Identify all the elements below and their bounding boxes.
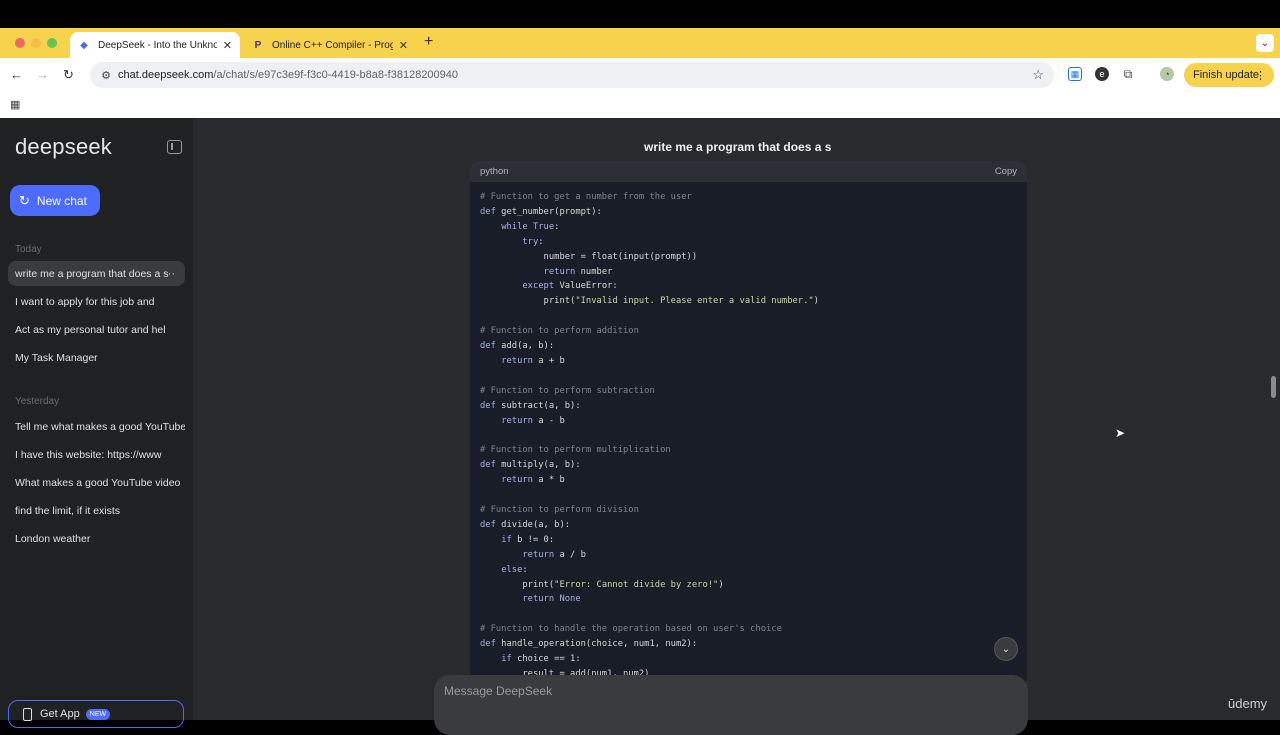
- code-line: return a * b: [501, 475, 565, 486]
- code-line: def divide(a, b):: [480, 519, 571, 530]
- get-app-button[interactable]: Get App NEW: [8, 700, 184, 728]
- browser-menu-icon[interactable]: ⋮: [1255, 69, 1266, 82]
- new-tab-icon[interactable]: +: [424, 33, 433, 51]
- code-language-label: python: [480, 166, 509, 177]
- group-label-yesterday: Yesterday: [15, 396, 60, 407]
- code-line: try:: [522, 236, 544, 247]
- site-settings-icon[interactable]: ⚙: [94, 69, 118, 82]
- page-scrollbar[interactable]: [1271, 376, 1276, 398]
- scroll-down-icon[interactable]: ⌄: [994, 637, 1018, 661]
- extension-e-icon[interactable]: e: [1095, 67, 1109, 81]
- whale-icon: ◆: [80, 39, 88, 51]
- code-line: return number: [543, 266, 613, 277]
- collapse-sidebar-icon[interactable]: [167, 140, 182, 154]
- code-line: print("Error: Cannot divide by zero!"): [480, 579, 724, 590]
- chat-item[interactable]: Act as my personal tutor and hel: [8, 317, 185, 342]
- code-line: # Function to perform addition: [480, 326, 639, 337]
- code-line: number = float(input(prompt)): [480, 251, 698, 262]
- new-chat-button[interactable]: ↻ New chat: [10, 185, 100, 216]
- message-input[interactable]: [444, 684, 1004, 698]
- maximize-window-icon[interactable]: [47, 38, 57, 48]
- code-line: def add(a, b):: [480, 341, 555, 352]
- deepseek-logo: deepseek: [15, 134, 113, 159]
- code-line: def get_number(prompt):: [480, 206, 602, 217]
- more-options-icon[interactable]: ···: [164, 268, 175, 280]
- screen-top-bar: [0, 0, 1280, 28]
- code-block: python Copy # Function to get a number f…: [470, 161, 1027, 681]
- chat-item[interactable]: What makes a good YouTube video: [8, 470, 185, 495]
- close-tab-icon[interactable]: ✕: [399, 39, 408, 52]
- new-chat-icon: ↻: [19, 192, 30, 208]
- code-line: # Function to perform subtraction: [480, 385, 655, 396]
- code-line: # Function to perform division: [480, 505, 639, 516]
- chat-item[interactable]: My Task Manager: [8, 345, 185, 370]
- code-line: # Function to perform multiplication: [480, 445, 671, 456]
- bookmarks-bar: ▦: [0, 92, 1280, 118]
- reload-icon[interactable]: ↻: [63, 67, 74, 83]
- code-line: if b != 0:: [501, 534, 555, 545]
- copy-code-button[interactable]: Copy: [995, 166, 1017, 177]
- back-icon[interactable]: ←: [10, 67, 23, 82]
- code-line: print("Invalid input. Please enter a val…: [480, 296, 819, 307]
- browser-tab-programiz[interactable]: P Online C++ Compiler - Programiz ✕: [244, 32, 416, 58]
- bookmark-star-icon[interactable]: ☆: [1032, 67, 1044, 83]
- forward-icon[interactable]: →: [36, 67, 49, 82]
- chat-item[interactable]: I want to apply for this job and: [8, 289, 185, 314]
- code-content: # Function to get a number from the user…: [470, 182, 1027, 681]
- chat-item[interactable]: London weather: [8, 526, 185, 551]
- browser-tab-deepseek[interactable]: ◆ DeepSeek - Into the Unknown ✕: [70, 32, 240, 58]
- message-input-box[interactable]: [434, 675, 1028, 735]
- chat-item[interactable]: I have this website: https://www: [8, 442, 185, 467]
- chat-item[interactable]: find the limit, if it exists: [8, 498, 185, 523]
- code-line: def subtract(a, b):: [480, 400, 581, 411]
- mouse-cursor-icon: ➤: [1115, 426, 1126, 440]
- code-line: return a / b: [522, 549, 586, 560]
- browser-tabstrip: ◆ DeepSeek - Into the Unknown ✕ P Online…: [0, 28, 1280, 58]
- tab-search-icon[interactable]: ⌄: [1256, 34, 1274, 52]
- code-line: return a - b: [501, 415, 565, 426]
- code-line: except ValueError:: [522, 281, 618, 292]
- close-tab-icon[interactable]: ✕: [223, 39, 232, 52]
- minimize-window-icon[interactable]: [31, 38, 41, 48]
- code-block-header: python Copy: [470, 161, 1027, 182]
- close-window-icon[interactable]: [15, 38, 25, 48]
- code-line: def multiply(a, b):: [480, 460, 581, 471]
- code-line: while True:: [501, 221, 560, 232]
- new-badge: NEW: [85, 709, 111, 720]
- code-line: # Function to handle the operation based…: [480, 624, 782, 635]
- browser-toolbar: ← → ↻ ⚙ chat.deepseek.com/a/chat/s/e97c3…: [0, 58, 1280, 92]
- chat-item[interactable]: Tell me what makes a good YouTube: [8, 414, 185, 439]
- finish-update-button[interactable]: Finish update ⋮: [1184, 63, 1274, 87]
- extension-translate-icon[interactable]: ▦: [1068, 67, 1082, 81]
- extensions-puzzle-icon[interactable]: ⧉: [1121, 67, 1135, 81]
- apps-grid-icon[interactable]: ▦: [10, 98, 20, 111]
- chat-item[interactable]: write me a program that does a s ···: [8, 261, 185, 286]
- code-line: if choice == 1:: [501, 654, 581, 665]
- group-label-today: Today: [15, 244, 42, 255]
- sidebar: deepseek ↻ New chat Today write me a pro…: [0, 118, 193, 728]
- code-line: return None: [522, 594, 581, 605]
- user-message: write me a program that does a s: [644, 140, 832, 154]
- programiz-icon: P: [254, 39, 262, 51]
- code-line: else:: [501, 564, 528, 575]
- address-bar[interactable]: ⚙ chat.deepseek.com/a/chat/s/e97c3e9f-f3…: [90, 62, 1054, 88]
- code-line: return a + b: [501, 355, 565, 366]
- udemy-watermark: ūdemy: [1228, 696, 1268, 711]
- code-line: def handle_operation(choice, num1, num2)…: [480, 639, 698, 650]
- code-line: # Function to get a number from the user: [480, 192, 692, 202]
- deepseek-app: deepseek ↻ New chat Today write me a pro…: [0, 118, 1280, 735]
- phone-icon: [23, 708, 32, 721]
- profile-avatar-icon[interactable]: ◔: [1160, 67, 1174, 81]
